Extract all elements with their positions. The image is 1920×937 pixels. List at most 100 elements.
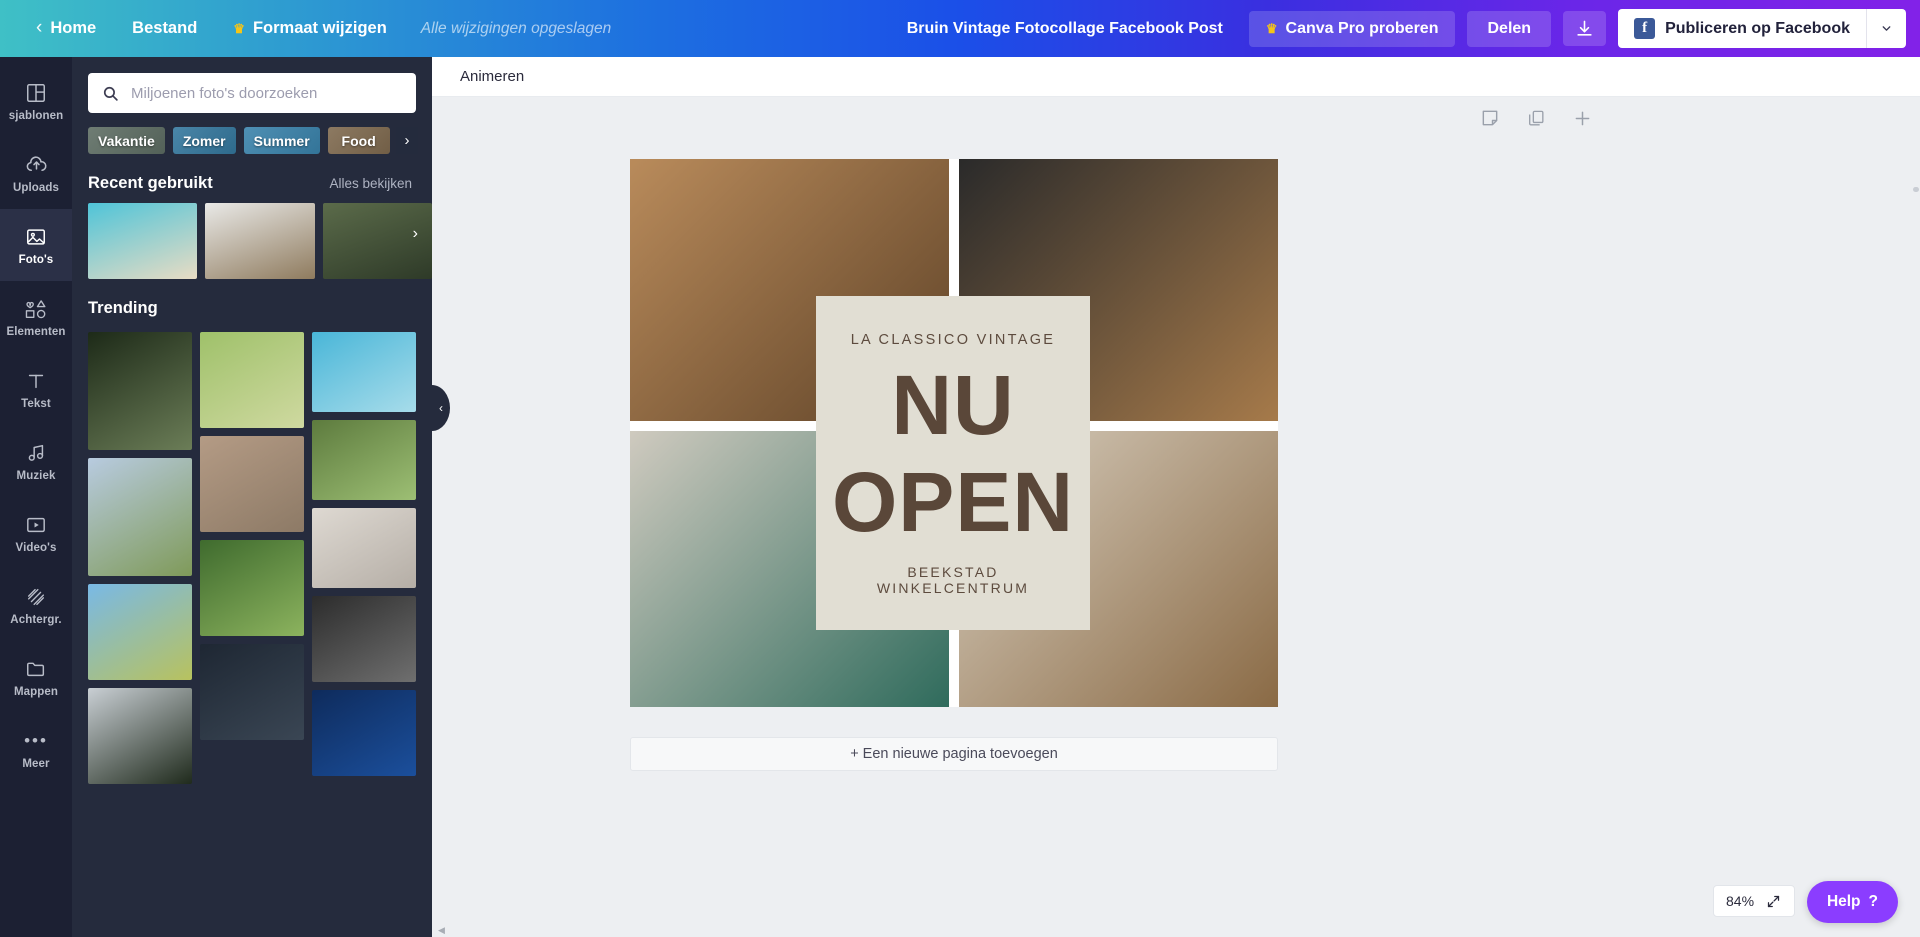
sidebar-item-videos[interactable]: Video's — [0, 497, 72, 569]
add-new-page-button[interactable]: + Een nieuwe pagina toevoegen — [630, 737, 1278, 771]
sidebar-item-label: Meer — [22, 757, 50, 770]
home-button[interactable]: ‹ Home — [18, 10, 114, 48]
sidebar-item-label: Video's — [15, 541, 57, 554]
trending-thumbnail[interactable] — [88, 332, 192, 450]
sidebar-item-muziek[interactable]: Muziek — [0, 425, 72, 497]
text-icon — [24, 369, 48, 393]
sidebar-item-elementen[interactable]: Elementen — [0, 281, 72, 353]
search-input[interactable] — [131, 84, 402, 102]
top-bar-left-group: ‹ Home Bestand ♛ Formaat wijzigen Alle w… — [0, 10, 611, 48]
trending-thumbnail[interactable] — [88, 688, 192, 784]
shapes-icon — [24, 297, 48, 321]
photos-panel: VakantieZomerSummerFood› Recent gebruikt… — [72, 57, 432, 937]
trending-thumbnail[interactable] — [312, 690, 416, 776]
recent-thumbnails: › — [72, 203, 432, 279]
help-button[interactable]: Help ? — [1806, 881, 1898, 923]
card-footer-text: BEEKSTAD WINKELCENTRUM — [876, 564, 1030, 596]
sidebar-item-uploads[interactable]: Uploads — [0, 137, 72, 209]
publish-dropdown-button[interactable] — [1866, 9, 1906, 48]
category-chip-food[interactable]: Food — [327, 127, 390, 154]
save-status: Alle wijzigingen opgeslagen — [420, 19, 612, 37]
sidebar-item-meer[interactable]: ••• Meer — [0, 713, 72, 785]
trending-thumbnail[interactable] — [312, 332, 416, 412]
trending-thumbnail[interactable] — [200, 540, 304, 636]
horizontal-scrollbar[interactable]: ◀ — [432, 925, 1920, 937]
sidebar-item-label: Elementen — [6, 325, 66, 338]
page-action-bar — [1479, 107, 1593, 129]
trending-thumbnail[interactable] — [88, 458, 192, 576]
search-box[interactable] — [88, 73, 416, 113]
file-menu-button[interactable]: Bestand — [114, 11, 215, 46]
trending-thumbnail[interactable] — [200, 436, 304, 532]
download-icon — [1577, 20, 1592, 36]
try-canva-pro-button[interactable]: ♛ Canva Pro proberen — [1248, 10, 1456, 47]
category-chip-zomer[interactable]: Zomer — [172, 127, 236, 154]
recent-next-arrow[interactable]: › — [413, 225, 418, 243]
trending-section-header: Trending — [72, 279, 432, 328]
sidebar-item-label: Muziek — [16, 469, 56, 482]
download-button[interactable] — [1563, 11, 1607, 46]
card-eyebrow-text: LA CLASSICO VINTAGE — [850, 332, 1056, 348]
design-page[interactable]: LA CLASSICO VINTAGE NU OPEN BEEKSTAD WIN… — [630, 159, 1278, 707]
chevron-left-icon: ‹ — [36, 16, 43, 38]
category-chip-summer[interactable]: Summer — [243, 127, 320, 154]
trending-thumbnail[interactable] — [88, 584, 192, 680]
recent-view-all-link[interactable]: Alles bekijken — [329, 176, 412, 191]
canvas-area: LA CLASSICO VINTAGE NU OPEN BEEKSTAD WIN… — [432, 97, 1920, 937]
document-title[interactable]: Bruin Vintage Fotocollage Facebook Post — [893, 12, 1237, 46]
sidebar-item-sjablonen[interactable]: sjablonen — [0, 65, 72, 137]
photo-icon — [24, 225, 48, 249]
templates-icon — [24, 81, 48, 105]
recent-thumbnail[interactable] — [88, 203, 198, 279]
card-headline-line2: OPEN — [831, 454, 1075, 549]
ellipsis-icon: ••• — [24, 730, 48, 750]
sidebar-item-label: Foto's — [18, 253, 54, 266]
crown-icon: ♛ — [1265, 20, 1278, 36]
music-note-icon — [24, 441, 48, 465]
share-button[interactable]: Delen — [1467, 10, 1552, 47]
chips-next-arrow[interactable]: › — [396, 127, 418, 154]
animate-button[interactable]: Animeren — [450, 62, 534, 91]
trending-thumbnail[interactable] — [312, 508, 416, 588]
publish-to-facebook-button[interactable]: f Publiceren op Facebook — [1618, 9, 1906, 48]
zoom-control[interactable]: 84% — [1713, 885, 1795, 917]
category-chips: Vakantie Zomer Summer Food › — [72, 113, 432, 154]
resize-label: Formaat wijzigen — [252, 19, 387, 37]
recent-title: Recent gebruikt — [88, 174, 213, 192]
recent-thumbnail[interactable] — [205, 203, 315, 279]
category-chip-vakantie[interactable]: Vakantie — [88, 127, 165, 154]
facebook-icon: f — [1634, 18, 1656, 39]
trending-thumbnail[interactable] — [200, 332, 304, 428]
sidebar-item-label: Tekst — [21, 397, 51, 410]
sidebar-item-achtergr[interactable]: Achtergr. — [0, 569, 72, 641]
sidebar-item-tekst[interactable]: Tekst — [0, 353, 72, 425]
search-icon — [103, 86, 118, 101]
vertical-scrollbar-thumb[interactable] — [1913, 187, 1919, 192]
expand-icon — [1767, 895, 1780, 907]
notes-icon[interactable] — [1479, 107, 1501, 129]
text-overlay-card[interactable]: LA CLASSICO VINTAGE NU OPEN BEEKSTAD WIN… — [816, 296, 1090, 630]
duplicate-icon[interactable] — [1525, 107, 1547, 129]
crown-icon: ♛ — [233, 20, 245, 36]
sidebar-item-label: sjablonen — [8, 109, 64, 122]
background-hatch-icon — [24, 585, 48, 609]
trending-thumbnail[interactable] — [200, 644, 304, 740]
resize-button[interactable]: ♛ Formaat wijzigen — [215, 11, 405, 46]
sidebar-item-fotos[interactable]: Foto's — [0, 209, 72, 281]
search-section — [72, 57, 432, 113]
sidebar-item-mappen[interactable]: Mappen — [0, 641, 72, 713]
trending-grid — [72, 328, 432, 784]
trending-thumbnail[interactable] — [312, 596, 416, 682]
editor-toolbar: Animeren — [432, 57, 1920, 97]
add-page-icon[interactable] — [1571, 107, 1593, 129]
publish-main[interactable]: f Publiceren op Facebook — [1618, 9, 1866, 48]
chevron-down-icon — [1882, 26, 1891, 31]
publish-label: Publiceren op Facebook — [1665, 19, 1850, 37]
recent-section-header: Recent gebruikt Alles bekijken — [72, 154, 432, 203]
trending-title: Trending — [88, 299, 158, 317]
zoom-level-label: 84% — [1726, 893, 1755, 909]
share-label: Delen — [1487, 19, 1532, 37]
trending-thumbnail[interactable] — [312, 420, 416, 500]
video-play-icon — [24, 513, 48, 537]
question-mark-icon: ? — [1868, 893, 1878, 910]
